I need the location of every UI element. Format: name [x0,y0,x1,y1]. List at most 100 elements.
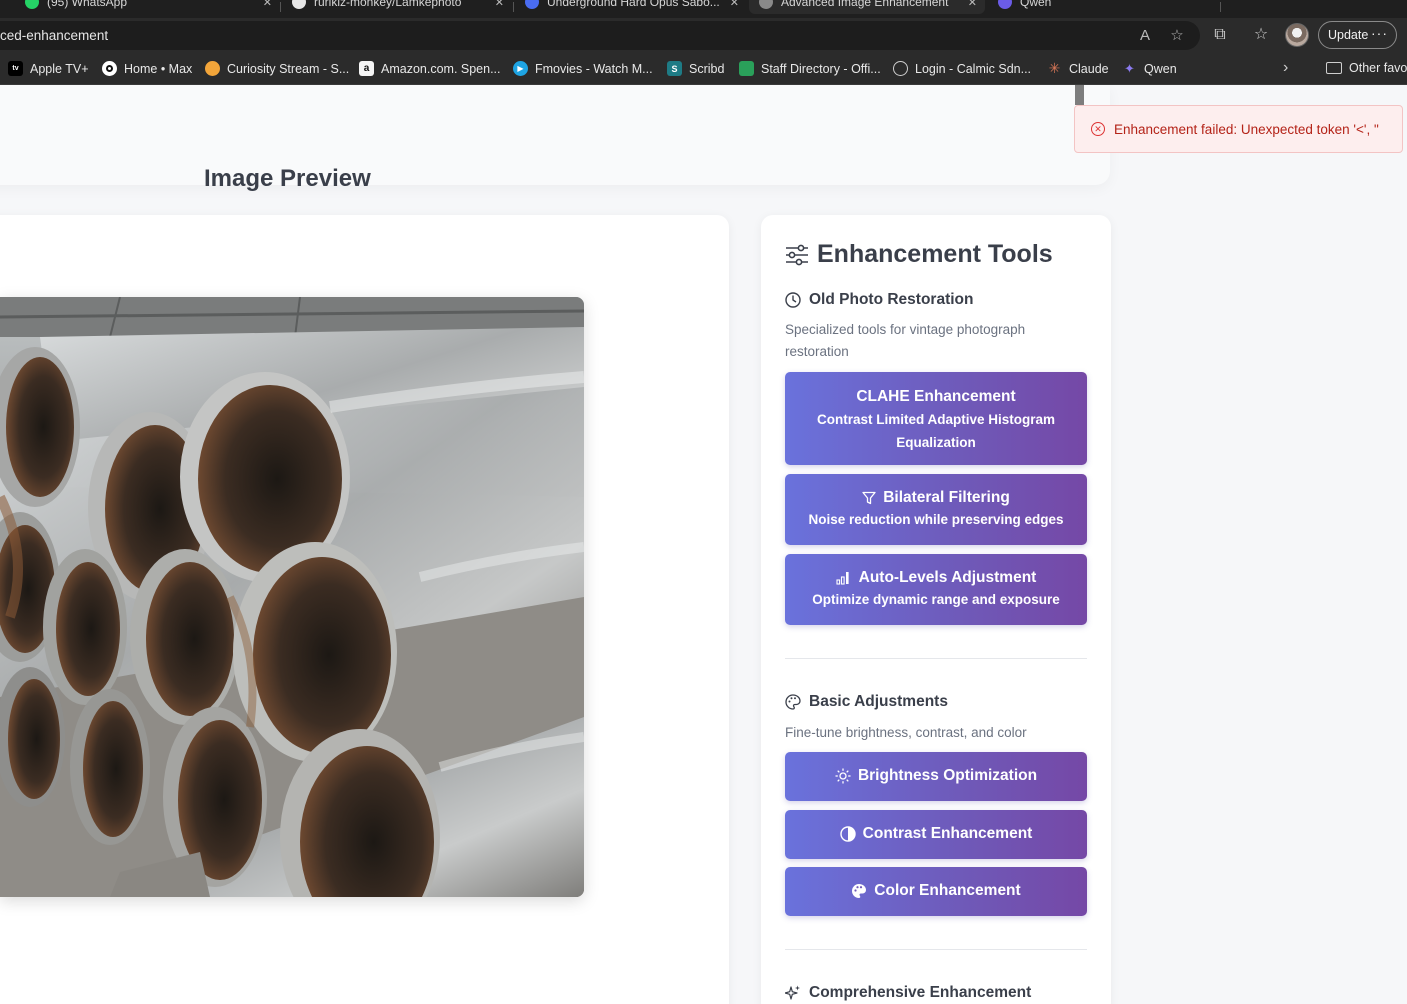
favorite-label: Fmovies - Watch M... [535,61,653,76]
button-label-row: Bilateral Filtering [785,489,1087,507]
tools-title-text: Enhancement Tools [817,240,1053,268]
staff-icon [739,61,754,76]
favorite-item[interactable]: Login - Calmic Sdn... [893,61,1031,76]
close-icon[interactable]: ✕ [495,0,504,9]
star-icon[interactable]: ☆ [1168,27,1186,45]
qwen-icon: ✦ [1124,60,1135,76]
filter-icon [862,491,876,505]
color-enhancement-button[interactable]: Color Enhancement [785,867,1087,916]
url-text: ced-enhancement [0,28,109,43]
update-label: Update [1328,28,1369,42]
favorite-item[interactable]: ▶ Fmovies - Watch M... [513,61,653,76]
update-button[interactable]: Update ··· [1318,21,1397,49]
button-label-row: Color Enhancement [785,882,1087,900]
url-field[interactable]: ced-enhancement A ☆ [0,21,1200,50]
section-old-photo-restoration: Old Photo Restoration [785,291,973,309]
favorite-item[interactable]: tv Apple TV+ [8,61,89,76]
palette-icon [852,884,867,898]
profile-avatar[interactable] [1285,23,1309,47]
extensions-icon[interactable]: ⧉ [1209,24,1231,46]
close-icon[interactable]: ✕ [263,0,272,9]
section-basic-adjustments: Basic Adjustments [785,693,948,711]
button-label: Bilateral Filtering [883,489,1010,506]
appletv-icon: tv [8,61,23,76]
favorite-item[interactable]: ✳ Claude [1047,60,1109,76]
sliders-icon [786,244,808,265]
tab-title: Advanced Image Enhancement [781,0,949,9]
contrast-enhancement-button[interactable]: Contrast Enhancement [785,810,1087,859]
bilateral-filtering-button[interactable]: Bilateral Filtering Noise reduction whil… [785,474,1087,545]
sun-icon [835,768,851,784]
curiosity-icon [205,61,220,76]
button-sublabel: Contrast Limited Adaptive Histogram Equa… [816,412,1056,450]
steel-pipes-photo [0,297,584,897]
button-label: Contrast Enhancement [862,825,1033,842]
globe-icon [759,0,773,9]
favorite-label: Apple TV+ [30,61,89,76]
more-icon[interactable]: ··· [1371,25,1388,41]
tab-title: Qwen [1020,0,1052,9]
preview-image [0,297,584,897]
tab-github[interactable]: rurikiz-monkey/Lamkephoto ✕ [282,0,512,14]
read-aloud-icon[interactable]: A [1136,27,1154,45]
favorite-label: Qwen [1144,61,1177,76]
favorite-item[interactable]: S Scribd [667,61,724,76]
tab-title: Underground Hard Opus Sabo... [547,0,720,9]
toast-message: Enhancement failed: Unexpected token '<'… [1114,121,1379,137]
tab-underground[interactable]: Underground Hard Opus Sabo... ✕ [515,0,747,14]
favorite-label: Amazon.com. Spen... [381,61,501,76]
button-label: Brightness Optimization [857,767,1038,784]
brightness-optimization-button[interactable]: Brightness Optimization [785,752,1087,801]
address-bar: ced-enhancement A ☆ ⧉ ☆ Update ··· [0,18,1407,53]
section-divider [785,949,1087,950]
qwen-icon [998,0,1012,9]
favorite-label: Scribd [689,61,725,76]
palette-icon [785,694,801,710]
top-panel [0,85,1110,185]
auto-levels-button[interactable]: Auto-Levels Adjustment Optimize dynamic … [785,554,1087,625]
tools-title: Enhancement Tools [785,240,1053,269]
favorites-bar: tv Apple TV+ Home • Max Curiosity Stream… [0,53,1407,85]
sparkles-icon [785,985,800,1000]
favorite-item[interactable]: Staff Directory - Offi... [739,61,881,76]
preview-title: Image Preview [204,165,371,192]
scrollbar-thumb[interactable] [1075,85,1084,105]
error-icon: ✕ [1091,122,1105,136]
tab-whatsapp[interactable]: (95) WhatsApp ✕ [15,0,280,14]
whatsapp-icon [25,0,39,9]
google-icon [525,0,539,9]
chevron-right-icon[interactable]: › [1283,59,1288,77]
other-favorites[interactable]: Other favo [1326,61,1407,75]
section-heading: Basic Adjustments [809,693,948,710]
scribd-icon: S [667,61,682,76]
clahe-enhancement-button[interactable]: CLAHE Enhancement Contrast Limited Adapt… [785,372,1087,465]
favorite-item[interactable]: a Amazon.com. Spen... [359,61,501,76]
favorite-item[interactable]: Home • Max [102,61,192,76]
close-icon[interactable]: ✕ [968,0,977,9]
folder-icon [1326,62,1342,74]
github-icon [292,0,306,9]
button-label-row: Brightness Optimization [785,767,1087,785]
error-toast: ✕ Enhancement failed: Unexpected token '… [1074,105,1403,153]
section-heading: Old Photo Restoration [809,291,974,308]
button-label-row: Contrast Enhancement [785,825,1087,843]
section-description: Specialized tools for vintage photograph… [785,322,1026,359]
tab-title: (95) WhatsApp [47,0,128,9]
favorites-icon[interactable]: ☆ [1250,24,1272,46]
amazon-icon: a [359,61,374,76]
button-label: CLAHE Enhancement [856,388,1016,405]
tab-qwen[interactable]: Qwen [988,0,1218,14]
tab-image-enhancement[interactable]: Advanced Image Enhancement ✕ [749,0,985,14]
favorite-item[interactable]: Curiosity Stream - S... [205,61,349,76]
fmovies-icon: ▶ [513,61,528,76]
contrast-icon [839,826,856,842]
favorite-label: Login - Calmic Sdn... [915,61,1032,76]
other-favorites-label: Other favo [1349,61,1407,75]
tab-strip: (95) WhatsApp ✕ rurikiz-monkey/Lamkephot… [0,0,1407,18]
section-comprehensive-enhancement: Comprehensive Enhancement [785,984,1031,1002]
button-sublabel: Optimize dynamic range and exposure [812,592,1060,607]
favorite-item[interactable]: ✦ Qwen [1122,61,1177,76]
favorite-label: Staff Directory - Offi... [761,61,881,76]
favorite-label: Home • Max [124,61,193,76]
close-icon[interactable]: ✕ [730,0,739,9]
